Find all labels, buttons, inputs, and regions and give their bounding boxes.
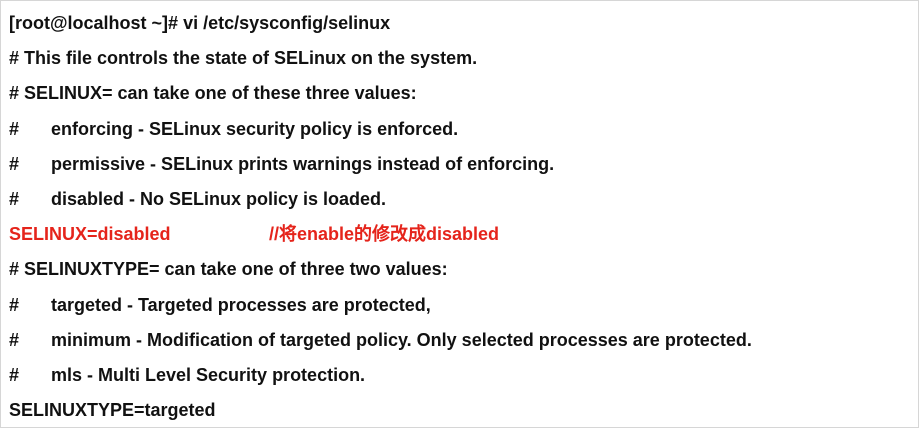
comment-option-text: mls - Multi Level Security protection. bbox=[51, 364, 366, 385]
comment-option-text: targeted - Targeted processes are protec… bbox=[51, 294, 431, 315]
comment-option-line: # targeted - Targeted processes are prot… bbox=[9, 288, 910, 323]
comment-text: # SELINUX= can take one of these three v… bbox=[9, 83, 417, 104]
comment-option-line: # disabled - No SELinux policy is loaded… bbox=[9, 182, 910, 217]
edit-note-comment: //将enable的修改成disabled bbox=[269, 224, 500, 245]
comment-text: # This file controls the state of SELinu… bbox=[9, 48, 478, 69]
comment-line: # SELINUXTYPE= can take one of three two… bbox=[9, 252, 910, 287]
comment-option-text: minimum - Modification of targeted polic… bbox=[51, 329, 752, 350]
file-content: [root@localhost ~]# vi /etc/sysconfig/se… bbox=[9, 6, 910, 428]
selinuxtype-setting-line: SELINUXTYPE=targeted bbox=[9, 393, 910, 428]
comment-text: # SELINUXTYPE= can take one of three two… bbox=[9, 259, 448, 280]
comment-hash: # bbox=[9, 329, 20, 350]
comment-hash: # bbox=[9, 188, 20, 209]
selinux-setting-line: SELINUX=disabled //将enable的修改成disabled bbox=[9, 217, 910, 252]
comment-line: # SELINUX= can take one of these three v… bbox=[9, 76, 910, 111]
comment-hash: # bbox=[9, 118, 20, 139]
comment-option-text: disabled - No SELinux policy is loaded. bbox=[51, 188, 387, 209]
selinuxtype-setting: SELINUXTYPE=targeted bbox=[9, 400, 216, 421]
comment-option-line: # permissive - SELinux prints warnings i… bbox=[9, 147, 910, 182]
comment-hash: # bbox=[9, 153, 20, 174]
comment-option-text: enforcing - SELinux security policy is e… bbox=[51, 118, 459, 139]
comment-hash: # bbox=[9, 294, 20, 315]
comment-hash: # bbox=[9, 364, 20, 385]
comment-option-line: # enforcing - SELinux security policy is… bbox=[9, 112, 910, 147]
command-text: [root@localhost ~]# vi /etc/sysconfig/se… bbox=[9, 13, 391, 33]
comment-option-line: # minimum - Modification of targeted pol… bbox=[9, 323, 910, 358]
comment-option-line: # mls - Multi Level Security protection. bbox=[9, 358, 910, 393]
terminal-screenshot: [root@localhost ~]# vi /etc/sysconfig/se… bbox=[0, 0, 919, 428]
selinux-setting: SELINUX=disabled bbox=[9, 224, 171, 245]
comment-option-text: permissive - SELinux prints warnings ins… bbox=[51, 153, 555, 174]
command-line: [root@localhost ~]# vi /etc/sysconfig/se… bbox=[9, 6, 910, 41]
comment-line: # This file controls the state of SELinu… bbox=[9, 41, 910, 76]
